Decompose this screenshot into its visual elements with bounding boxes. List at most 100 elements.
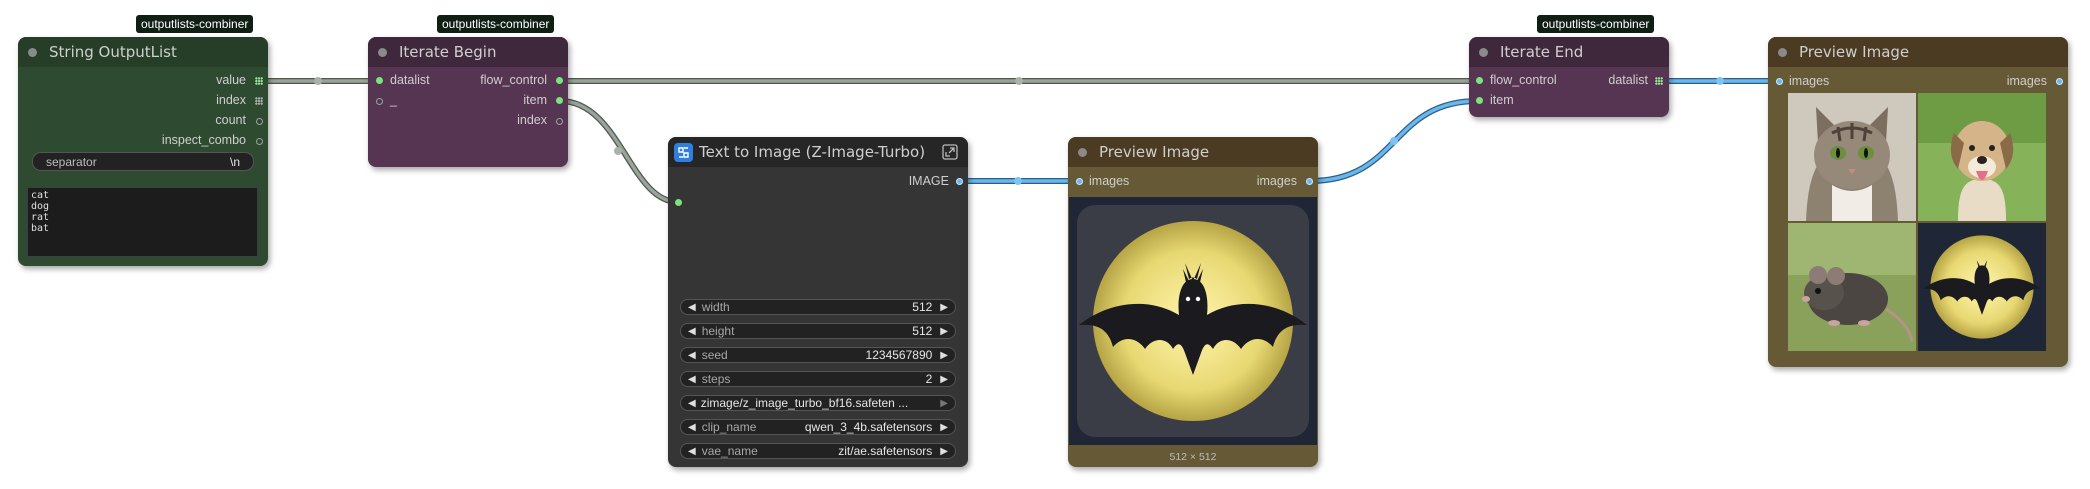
input-item-label: item: [1490, 93, 1514, 107]
width-widget[interactable]: ◀ width 512 ▶: [680, 299, 956, 315]
output-index-label: index: [517, 113, 547, 127]
decrement-arrow-icon[interactable]: ◀: [688, 374, 696, 385]
preview-image-bat-thumb[interactable]: [1918, 223, 2046, 351]
decrement-arrow-icon[interactable]: ◀: [688, 398, 696, 409]
widget-label: clip_name: [701, 420, 757, 434]
widget-value: 1234567890: [865, 348, 933, 362]
input-datalist-port[interactable]: [376, 77, 383, 84]
node-header[interactable]: Text to Image (Z-Image-Turbo): [668, 137, 968, 167]
widget-label: steps: [701, 372, 731, 386]
widget-label: width: [701, 300, 730, 314]
output-images-port[interactable]: [2056, 78, 2063, 85]
output-index-label: index: [216, 93, 246, 107]
output-images-label: images: [1256, 174, 1297, 188]
input-images-label: images: [1789, 74, 1830, 88]
collapse-dot-icon[interactable]: [1479, 47, 1488, 57]
decrement-arrow-icon[interactable]: ◀: [688, 302, 696, 313]
node-badge: outputlists-combiner: [437, 15, 555, 33]
node-header[interactable]: Preview Image: [1068, 137, 1318, 167]
output-inspect-combo-label: inspect_combo: [161, 133, 246, 147]
text-input-area[interactable]: cat dog rat bat: [27, 187, 258, 257]
preview-image-node-middle[interactable]: Preview Image images images 512 × 512: [1068, 137, 1318, 467]
widget-label: seed: [701, 348, 728, 362]
preview-image-dog[interactable]: [1918, 93, 2046, 221]
node-title: Preview Image: [1799, 43, 1910, 61]
output-item-label: item: [523, 93, 547, 107]
node-badge: outputlists-combiner: [1537, 15, 1655, 33]
height-widget[interactable]: ◀ height 512 ▶: [680, 323, 956, 339]
output-index-port[interactable]: [556, 118, 563, 125]
output-value-label: value: [216, 73, 246, 87]
input-images-port[interactable]: [1776, 78, 1783, 85]
iterate-begin-node[interactable]: Iterate Begin datalist _ flow_control it…: [368, 37, 568, 167]
decrement-arrow-icon[interactable]: ◀: [688, 446, 696, 457]
decrement-arrow-icon[interactable]: ◀: [688, 422, 696, 433]
node-title: String OutputList: [49, 43, 177, 61]
model-name-widget[interactable]: ◀ zimage/z_image_turbo_bf16.safeten ... …: [680, 395, 956, 411]
clip-name-widget[interactable]: ◀ clip_name qwen_3_4b.safetensors ▶: [680, 419, 956, 435]
app-logo-icon: [674, 142, 693, 162]
image-size-caption: 512 × 512: [1169, 451, 1217, 463]
output-value-port[interactable]: [255, 77, 263, 85]
node-header[interactable]: Preview Image: [1768, 37, 2068, 67]
increment-arrow-icon[interactable]: ▶: [940, 374, 948, 385]
preview-image-node-right[interactable]: Preview Image images images: [1768, 37, 2068, 367]
increment-arrow-icon[interactable]: ▶: [940, 350, 948, 361]
node-title: Iterate Begin: [399, 43, 497, 61]
input-underscore-label: _: [390, 93, 397, 107]
output-image-port[interactable]: [956, 178, 963, 185]
string-outputlist-node[interactable]: String OutputList value index count insp…: [18, 37, 268, 266]
output-inspect-combo-port[interactable]: [256, 138, 263, 145]
output-images-port[interactable]: [1306, 178, 1313, 185]
output-datalist-port[interactable]: [1655, 77, 1663, 85]
preview-image-rat[interactable]: [1788, 223, 1916, 351]
increment-arrow-icon[interactable]: ▶: [940, 398, 948, 409]
node-header[interactable]: Iterate End: [1469, 37, 1669, 67]
output-images-label: images: [2006, 74, 2047, 88]
input-datalist-label: datalist: [390, 73, 430, 87]
collapse-dot-icon[interactable]: [1078, 147, 1087, 157]
input-item-port[interactable]: [1476, 97, 1483, 104]
widget-label: vae_name: [701, 444, 758, 458]
increment-arrow-icon[interactable]: ▶: [940, 326, 948, 337]
seed-widget[interactable]: ◀ seed 1234567890 ▶: [680, 347, 956, 363]
widget-value: zit/ae.safetensors: [838, 444, 933, 458]
node-badge: outputlists-combiner: [136, 15, 254, 33]
widget-value: 512: [912, 324, 933, 338]
input-flow-control-label: flow_control: [1490, 73, 1557, 87]
collapse-dot-icon[interactable]: [1778, 47, 1787, 57]
input-flow-control-port[interactable]: [1476, 77, 1483, 84]
input-underscore-port[interactable]: [376, 98, 383, 105]
collapse-dot-icon[interactable]: [28, 47, 37, 57]
separator-label: separator: [46, 154, 97, 169]
decrement-arrow-icon[interactable]: ◀: [688, 326, 696, 337]
expand-icon[interactable]: [942, 144, 958, 164]
widget-value: 2: [925, 372, 933, 386]
iterate-end-node[interactable]: Iterate End flow_control item datalist: [1469, 37, 1669, 117]
increment-arrow-icon[interactable]: ▶: [940, 446, 948, 457]
decrement-arrow-icon[interactable]: ◀: [688, 350, 696, 361]
text-to-image-node[interactable]: Text to Image (Z-Image-Turbo) IMAGE ◀ wi…: [668, 137, 968, 467]
output-count-label: count: [215, 113, 246, 127]
increment-arrow-icon[interactable]: ▶: [940, 422, 948, 433]
node-title: Iterate End: [1500, 43, 1584, 61]
output-count-port[interactable]: [256, 118, 263, 125]
preview-image-cat[interactable]: [1788, 93, 1916, 221]
increment-arrow-icon[interactable]: ▶: [940, 302, 948, 313]
node-header[interactable]: Iterate Begin: [368, 37, 568, 67]
output-flow-control-port[interactable]: [556, 77, 563, 84]
input-prompt-port[interactable]: [675, 199, 682, 206]
steps-widget[interactable]: ◀ steps 2 ▶: [680, 371, 956, 387]
vae-name-widget[interactable]: ◀ vae_name zit/ae.safetensors ▶: [680, 443, 956, 459]
input-images-port[interactable]: [1076, 178, 1083, 185]
collapse-dot-icon[interactable]: [378, 47, 387, 57]
output-datalist-label: datalist: [1608, 73, 1648, 87]
bat-moon-image: [1069, 197, 1317, 445]
output-flow-control-label: flow_control: [480, 73, 547, 87]
output-index-port[interactable]: [255, 97, 263, 105]
output-image-label: IMAGE: [908, 174, 949, 188]
node-header[interactable]: String OutputList: [18, 37, 268, 67]
preview-image-bat: [1069, 197, 1317, 445]
separator-widget[interactable]: separator \n: [32, 152, 254, 171]
output-item-port[interactable]: [556, 97, 563, 104]
